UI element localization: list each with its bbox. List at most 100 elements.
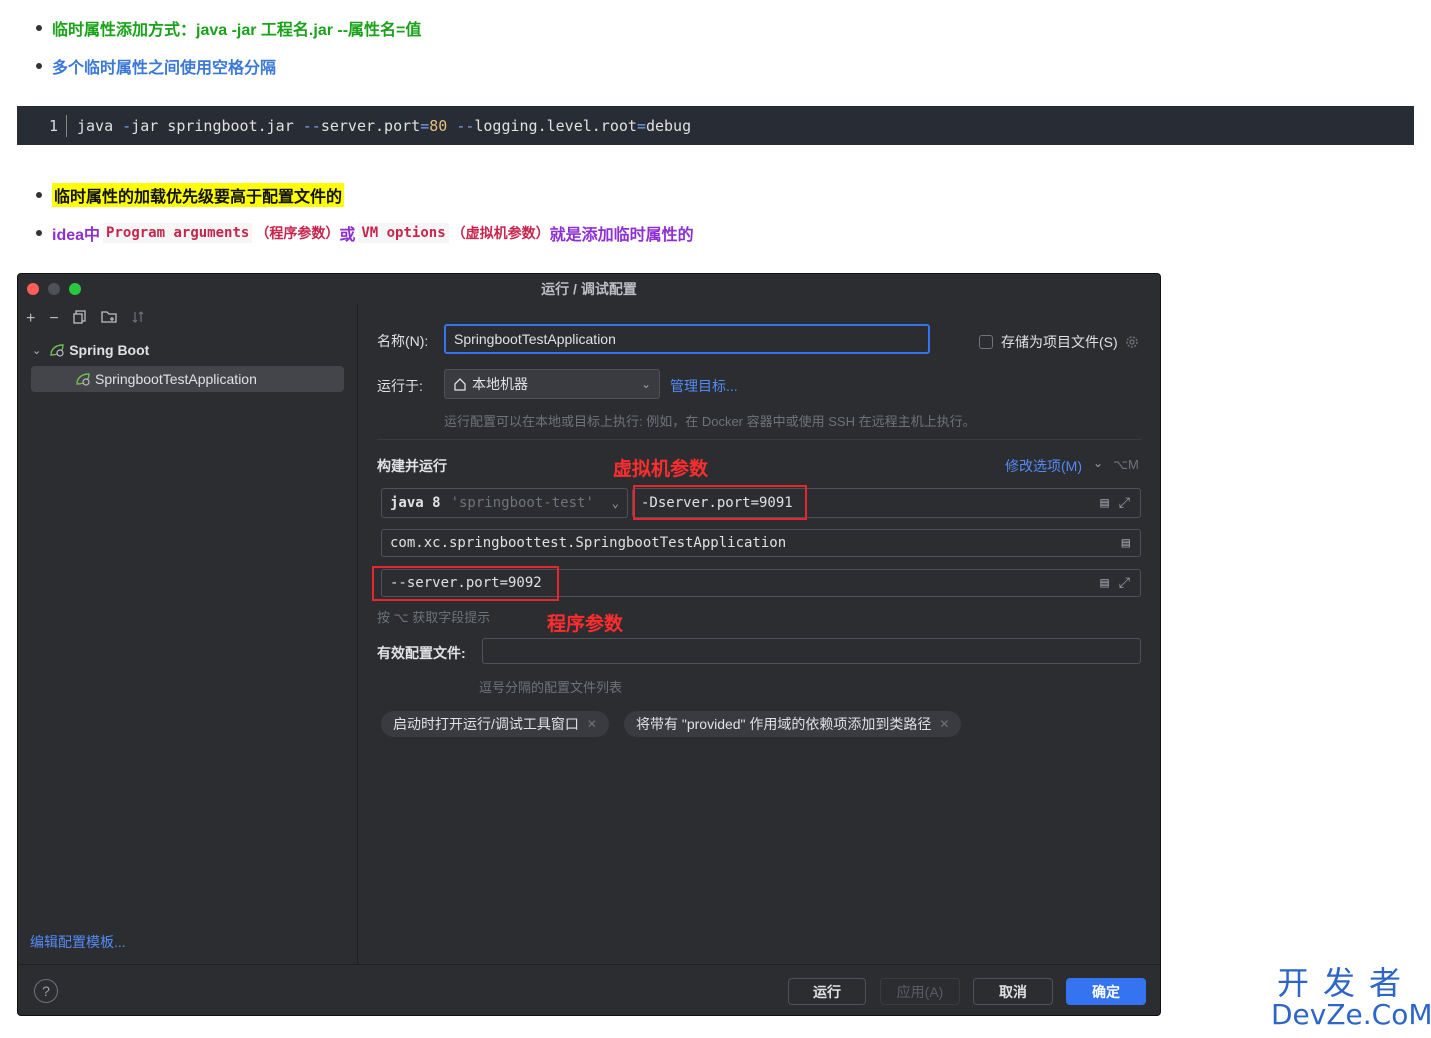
code-token: server.port [320, 116, 421, 135]
apply-button[interactable]: 应用(A) [880, 978, 960, 1005]
bullet-dot [36, 192, 42, 198]
edit-templates-link[interactable]: 编辑配置模板... [30, 932, 126, 952]
bullet-text: 多个临时属性之间使用空格分隔 [52, 60, 277, 77]
window-titlebar: 运行 / 调试配置 [18, 274, 1160, 304]
bullet-temp-property-syntax: 临时属性添加方式：java -jar 工程名.jar --属性名=值 [36, 16, 421, 40]
config-sidebar: + − ⌄ Spring Boot SpringbootTestApplicat… [18, 304, 358, 964]
expand-icon[interactable]: ⤢ [1119, 495, 1130, 511]
chevron-down-icon: ⌄ [611, 496, 619, 510]
tree-item-springboot-test-application[interactable]: SpringbootTestApplication [31, 366, 344, 392]
tree-child-label: SpringbootTestApplication [95, 371, 257, 387]
active-profiles-input[interactable] [482, 638, 1141, 664]
store-as-project-file-label: 存储为项目文件(S) [1001, 334, 1118, 350]
paren-vm-args: （虚拟机参数） [451, 225, 550, 241]
cancel-button[interactable]: 取消 [973, 978, 1053, 1005]
jdk-select[interactable]: java 8 'springboot-test' ⌄ [381, 488, 628, 518]
bullet-dot [36, 63, 42, 69]
list-icon[interactable]: ▤ [1100, 575, 1108, 591]
store-as-project-file-checkbox[interactable] [979, 335, 993, 349]
field-icons: ▤ [1122, 535, 1130, 551]
run-on-label: 运行于: [377, 378, 423, 394]
code-block: 1 java -jar springboot.jar --server.port… [17, 106, 1414, 145]
divider [377, 439, 1142, 440]
chip-label: 启动时打开运行/调试工具窗口 [393, 716, 579, 732]
run-on-select[interactable]: 本地机器 ⌄ [444, 369, 660, 399]
add-icon[interactable]: + [26, 310, 35, 328]
bullet-idea-args: idea中 Program arguments （程序参数） 或 VM opti… [36, 221, 694, 245]
code-token: java [77, 116, 123, 135]
close-window-button[interactable] [27, 283, 39, 295]
help-icon[interactable]: ? [34, 979, 58, 1003]
code-line: java -jar springboot.jar --server.port=8… [67, 117, 691, 135]
name-label: 名称(N): [377, 333, 429, 349]
inline-code-program-arguments: Program arguments [103, 223, 253, 243]
manage-targets-link[interactable]: 管理目标... [670, 376, 738, 396]
chevron-down-icon[interactable]: ⌄ [32, 344, 41, 357]
code-token: debug [645, 116, 692, 135]
run-button[interactable]: 运行 [788, 978, 866, 1005]
window-title: 运行 / 调试配置 [541, 281, 637, 297]
main-class-input[interactable]: com.xc.springboottest.SpringbootTestAppl… [381, 529, 1141, 557]
run-on-hint: 运行配置可以在本地或目标上执行: 例如，在 Docker 容器中或使用 SSH … [444, 414, 976, 429]
gear-icon[interactable] [1124, 334, 1140, 350]
annotation-vm-args: 虚拟机参数 [613, 459, 709, 480]
name-input[interactable]: SpringbootTestApplication [444, 324, 930, 354]
code-token: - [122, 116, 132, 135]
list-icon[interactable]: ▤ [1122, 535, 1130, 551]
annotation-box-program [372, 566, 559, 601]
sort-icon[interactable] [131, 310, 145, 329]
chip-label: 将带有 "provided" 作用域的依赖项添加到类路径 [636, 716, 932, 732]
bullet-text: 临时属性添加方式：java -jar 工程名.jar --属性名=值 [52, 22, 422, 39]
bullet-dot [36, 25, 42, 31]
jdk-module: 'springboot-test' [450, 495, 594, 511]
spring-boot-icon [76, 373, 90, 386]
watermark-en: DevZe.CoM [1271, 998, 1431, 1031]
close-icon[interactable]: ✕ [587, 717, 597, 731]
chevron-down-icon: ⌄ [640, 377, 651, 391]
dialog-footer: ? 运行 应用(A) 取消 确定 [18, 964, 1160, 1015]
chip-add-provided-deps[interactable]: 将带有 "provided" 作用域的依赖项添加到类路径 ✕ [624, 711, 962, 737]
code-token: -- [456, 116, 475, 135]
minimize-window-button[interactable] [48, 283, 60, 295]
tree-item-spring-boot[interactable]: ⌄ Spring Boot [32, 342, 149, 358]
jdk-version: java 8 [390, 495, 441, 511]
config-main-panel: 名称(N): SpringbootTestApplication 存储为项目文件… [359, 304, 1160, 964]
zoom-window-button[interactable] [69, 283, 81, 295]
bullet-space-separated: 多个临时属性之间使用空格分隔 [36, 54, 276, 78]
field-icons: ▤ ⤢ [1100, 575, 1130, 591]
code-token: = [420, 116, 430, 135]
field-icons: ▤ ⤢ [1100, 495, 1130, 511]
ok-button[interactable]: 确定 [1066, 978, 1146, 1005]
code-token: = [636, 116, 646, 135]
expand-icon[interactable]: ⤢ [1119, 575, 1130, 591]
inline-code-vm-options: VM options [358, 223, 449, 243]
window-controls [27, 283, 81, 295]
main-class-value: com.xc.springboottest.SpringbootTestAppl… [390, 535, 787, 551]
run-on-value: 本地机器 [472, 376, 528, 392]
active-profiles-label: 有效配置文件: [377, 645, 466, 661]
home-icon [454, 378, 466, 391]
store-as-project-file[interactable]: 存储为项目文件(S) [979, 332, 1140, 352]
watermark-cn: 开发者 [1276, 964, 1415, 1002]
tree-root-label: Spring Boot [69, 342, 150, 358]
code-token: logging.level.root [474, 116, 637, 135]
modify-options-link[interactable]: 修改选项(M) [1005, 456, 1082, 476]
field-hint: 按 ⌥ 获取字段提示 [377, 610, 491, 625]
modify-options-shortcut: ⌥M [1113, 457, 1139, 472]
bullet-text: 临时属性的加载优先级要高于配置文件的 [52, 183, 345, 207]
paren-program-args: （程序参数） [255, 225, 340, 241]
line-number: 1 [17, 114, 67, 137]
list-icon[interactable]: ▤ [1100, 495, 1108, 511]
active-profiles-hint: 逗号分隔的配置文件列表 [479, 680, 623, 695]
bullet-dot [36, 230, 42, 236]
code-token: 80 [429, 116, 448, 135]
annotation-box-vm [633, 485, 807, 520]
code-token: -- [302, 116, 321, 135]
close-icon[interactable]: ✕ [939, 717, 949, 731]
folder-add-icon[interactable] [101, 310, 117, 329]
watermark-logo: 开发者 DevZe.CoM [1271, 964, 1431, 1031]
chip-open-run-tool-window[interactable]: 启动时打开运行/调试工具窗口 ✕ [381, 711, 609, 737]
remove-icon[interactable]: − [49, 310, 58, 328]
copy-icon[interactable] [73, 309, 87, 329]
